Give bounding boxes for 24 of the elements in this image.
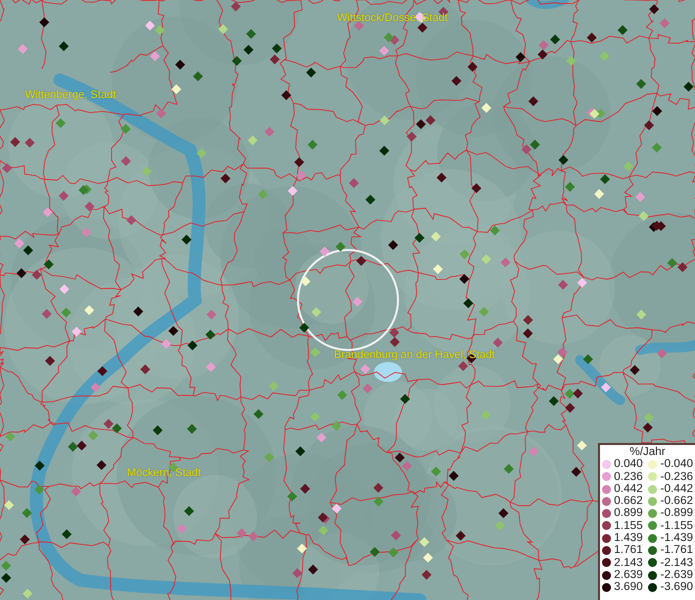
legend-value: -1.761 (660, 544, 693, 557)
legend-value: 0.899 (614, 507, 643, 520)
legend-value: 0.236 (614, 470, 643, 483)
legend-value: 1.155 (614, 520, 643, 532)
legend-value: -0.040 (660, 458, 693, 471)
legend-value: 3.690 (614, 581, 643, 594)
legend-value: 0.662 (614, 495, 643, 508)
legend-value: -0.662 (660, 495, 693, 508)
legend-value: -1.439 (660, 532, 693, 544)
legend-value: 0.442 (614, 482, 643, 496)
legend-value: -0.442 (660, 482, 693, 496)
legend-value: 1.761 (614, 544, 643, 557)
legend-value: 2.143 (614, 556, 643, 569)
legend-value: -0.899 (660, 507, 693, 520)
legend-value: -2.639 (660, 568, 693, 582)
legend-value: -3.690 (660, 581, 693, 594)
legend-title: %/Jahr (628, 446, 666, 458)
legend-value: -0.236 (660, 470, 693, 483)
place-label: Wittenberge, Stadt (25, 88, 116, 103)
legend-value: 1.439 (614, 532, 643, 544)
legend-value: 2.639 (614, 568, 643, 582)
legend-value: 0.040 (614, 458, 643, 471)
legend-value: -1.155 (660, 520, 693, 532)
legend-value: -2.143 (660, 556, 693, 569)
